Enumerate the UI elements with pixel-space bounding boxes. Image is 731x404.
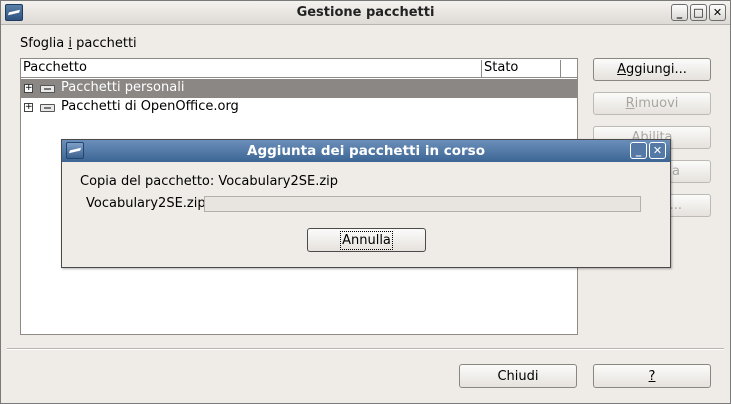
list-item-label: Pacchetti di OpenOffice.org: [61, 99, 239, 114]
add-label-rest: ggiungi...: [626, 62, 687, 77]
file-name-label: Vocabulary2SE.zip: [86, 196, 206, 211]
browse-label-post: pacchetti: [71, 36, 137, 51]
list-item-label: Pacchetti personali: [61, 80, 185, 95]
help-label: ?: [648, 368, 656, 384]
list-item-openoffice-packages[interactable]: + Pacchetti di OpenOffice.org: [21, 98, 577, 117]
remove-button[interactable]: Rimuovi: [593, 92, 711, 115]
maximize-button[interactable]: □: [690, 4, 707, 21]
progress-bar: [204, 196, 641, 212]
export-label: ...: [669, 198, 682, 213]
separator: [7, 348, 724, 350]
package-icon: [40, 85, 55, 93]
dialog-title: Aggiunta dei pacchetti in corso: [247, 143, 485, 159]
dialog-titlebar[interactable]: Aggiunta dei pacchetti in corso _ ✕: [62, 140, 670, 162]
close-dialog-button[interactable]: Chiudi: [459, 364, 577, 388]
browse-label-pre: Sfoglia: [20, 36, 69, 51]
window-title: Gestione pacchetti: [296, 5, 435, 20]
adding-packages-dialog: Aggiunta dei pacchetti in corso _ ✕ Copi…: [61, 139, 671, 268]
dialog-minimize-button[interactable]: _: [630, 142, 647, 159]
window-titlebar[interactable]: Gestione pacchetti _ □ ✕: [1, 1, 730, 25]
expand-icon[interactable]: +: [24, 84, 33, 93]
remove-label-rest: imuovi: [634, 96, 679, 111]
column-header-package[interactable]: Pacchetto: [21, 60, 482, 77]
cancel-label: Annulla: [340, 230, 393, 250]
add-mnemonic: A: [617, 62, 627, 77]
package-manager-window: Gestione pacchetti _ □ ✕ Sfoglia i pacch…: [0, 0, 731, 404]
remove-mnemonic: R: [625, 96, 635, 111]
close-button[interactable]: ✕: [709, 4, 726, 21]
copy-status-text: Copia del pacchetto: Vocabulary2SE.zip: [80, 174, 339, 189]
dialog-close-button[interactable]: ✕: [649, 142, 666, 159]
disable-label: a: [672, 164, 680, 179]
browse-packages-label: Sfoglia i pacchetti: [20, 36, 137, 51]
package-icon: [40, 104, 55, 112]
help-button[interactable]: ?: [593, 364, 711, 388]
cancel-button[interactable]: Annulla: [307, 228, 426, 252]
list-item-personal-packages[interactable]: + Pacchetti personali: [21, 79, 577, 98]
list-header: Pacchetto Stato: [21, 59, 577, 78]
column-header-state[interactable]: Stato: [482, 60, 561, 77]
minimize-button[interactable]: _: [671, 4, 688, 21]
add-button[interactable]: Aggiungi...: [593, 58, 711, 81]
expand-icon[interactable]: +: [24, 103, 33, 112]
